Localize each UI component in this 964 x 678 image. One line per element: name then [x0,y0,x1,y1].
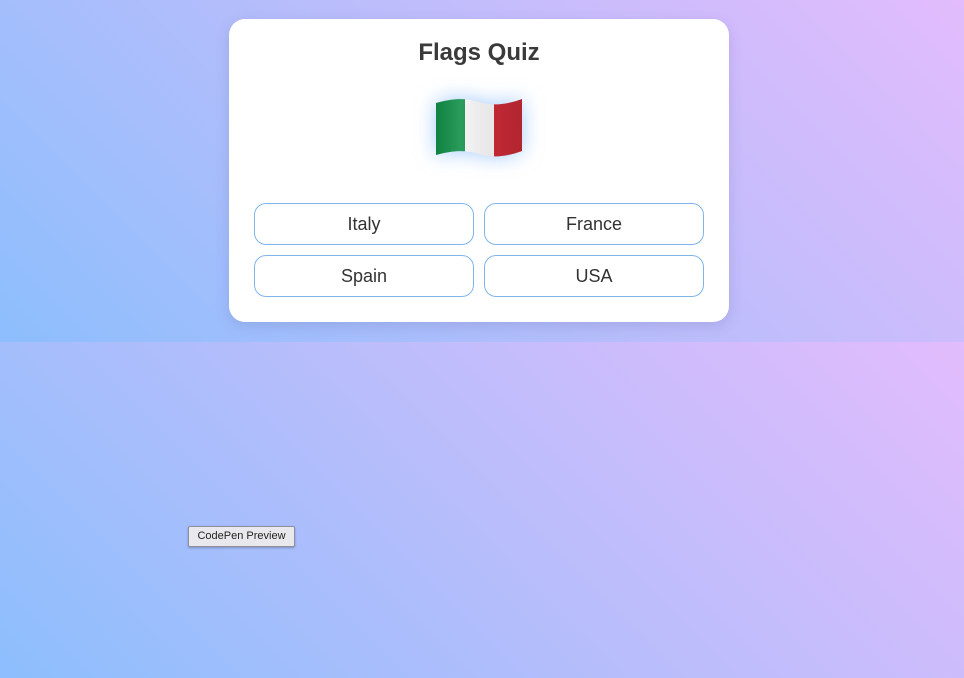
answer-button-spain[interactable]: Spain [254,255,474,297]
answer-button-italy[interactable]: Italy [254,203,474,245]
answer-button-france[interactable]: France [484,203,704,245]
italy-flag-icon [434,95,524,161]
page-background-bottom [0,342,964,678]
quiz-title: Flags Quiz [418,39,540,66]
answer-button-usa[interactable]: USA [484,255,704,297]
codepen-preview-button[interactable]: CodePen Preview [188,526,295,547]
quiz-card: Flags Quiz Italy France Spain USA [229,19,729,322]
